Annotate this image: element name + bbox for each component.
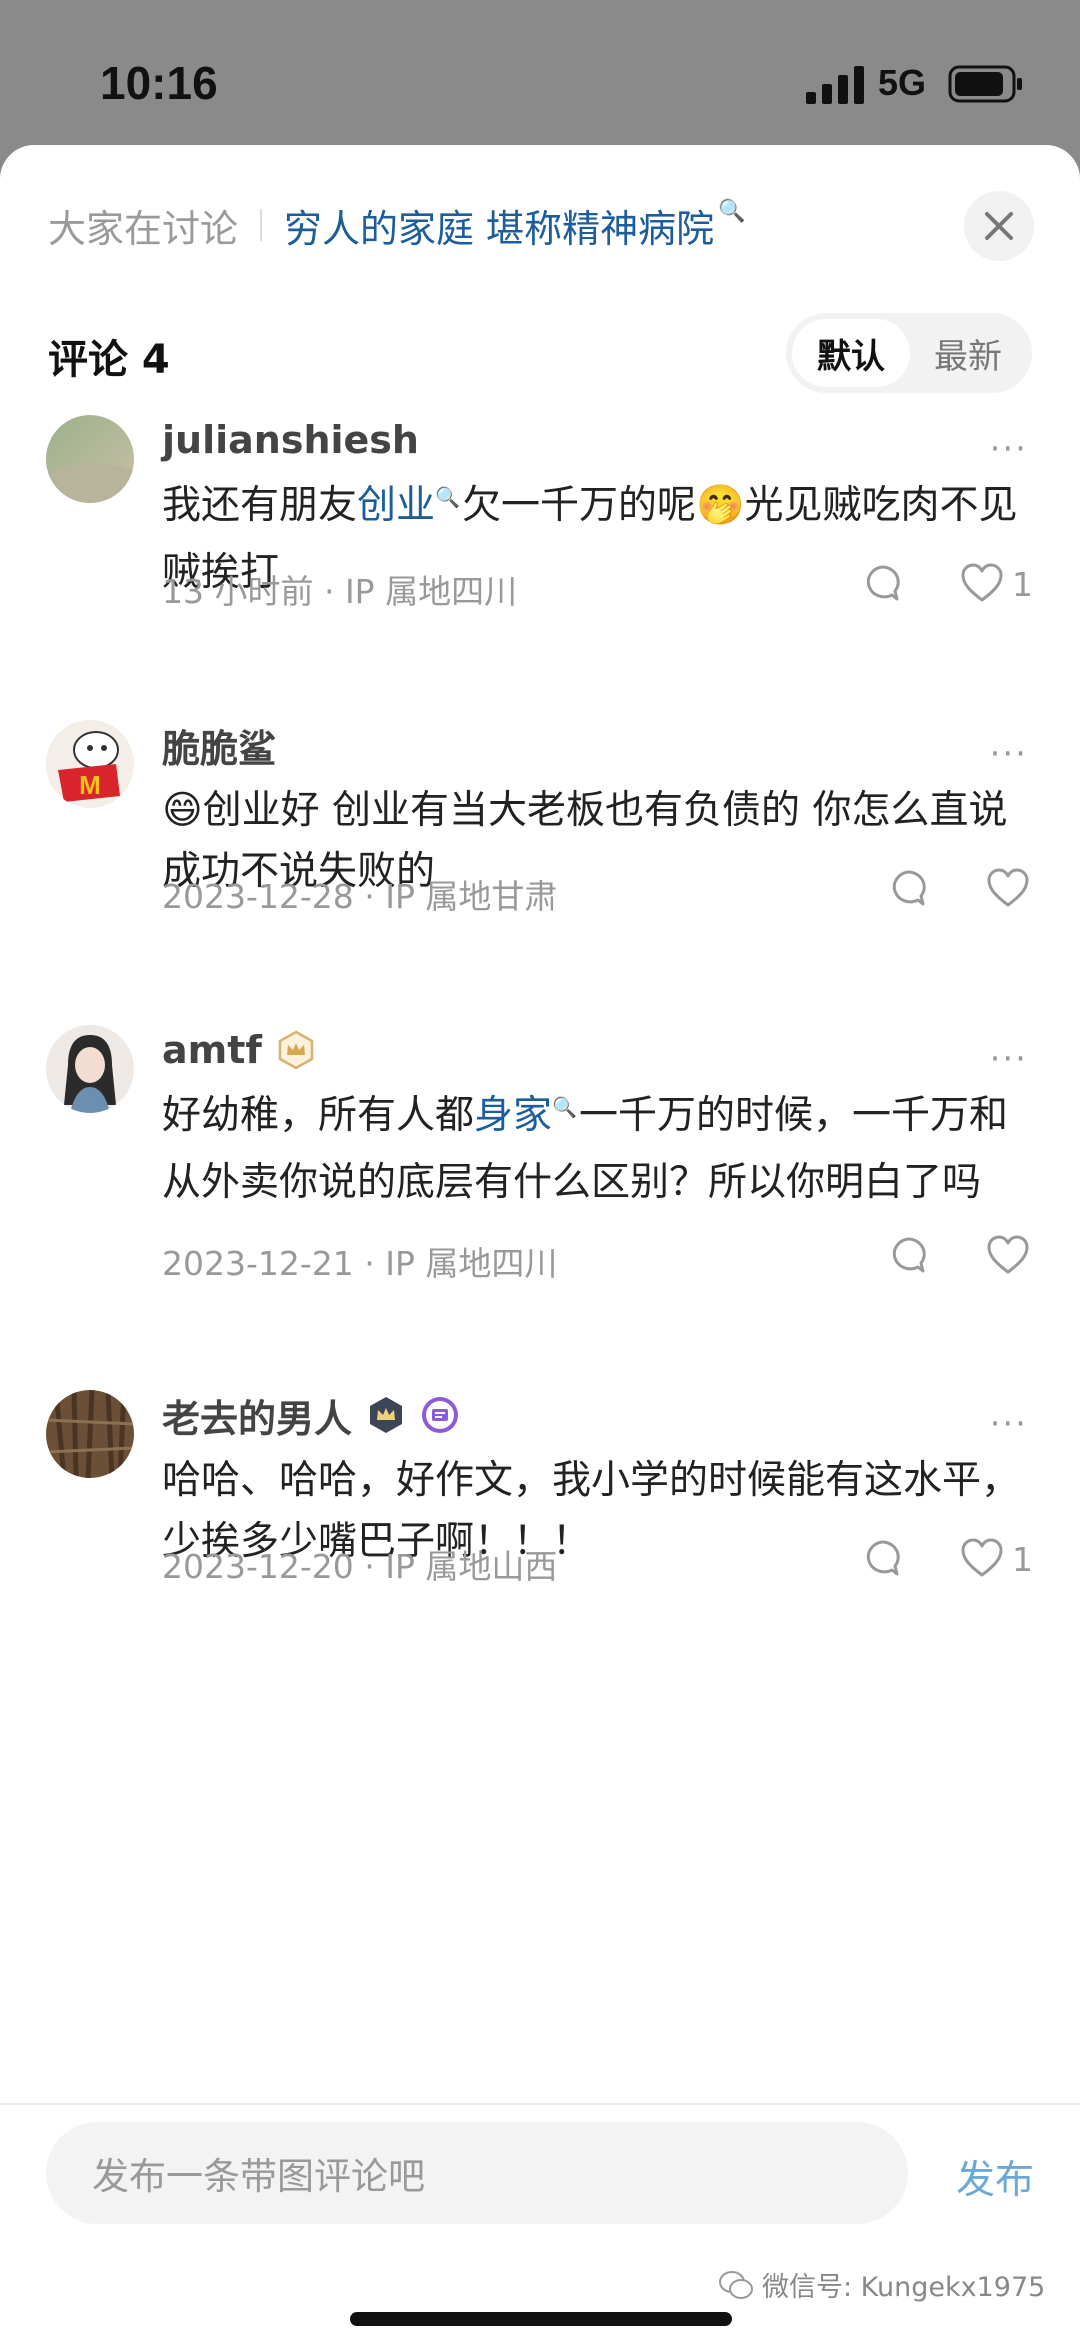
reply-icon[interactable] <box>862 563 902 603</box>
watermark: 微信号: Kungekx1975 <box>718 2265 1045 2304</box>
sort-latest-tab[interactable]: 最新 <box>918 319 1018 387</box>
comments-header: 评论 4 默认 最新 <box>48 313 1032 393</box>
like-count: 1 <box>1012 1540 1033 1579</box>
comment-meta: 2023-12-21 · IP 属地四川 <box>162 1244 558 1283</box>
sort-default-tab[interactable]: 默认 <box>792 319 910 387</box>
input-divider <box>0 2103 1080 2105</box>
comment-text: 好幼稚，所有人都身家🔍一千万的时候，一千万和从外卖你说的底层有什么区别？所以你明… <box>162 1093 1008 1205</box>
send-button[interactable]: 发布 <box>956 2149 1034 2205</box>
search-icon: 🔍 <box>718 198 746 224</box>
comment-username[interactable]: amtf <box>162 1025 316 1075</box>
more-icon[interactable]: ··· <box>990 734 1028 774</box>
status-time: 10:16 <box>100 57 218 109</box>
avatar[interactable]: M <box>46 720 134 808</box>
reply-icon[interactable] <box>888 868 928 908</box>
like-icon[interactable] <box>960 563 1004 603</box>
keyword-link[interactable]: 身家 <box>474 1093 552 1138</box>
like-count: 1 <box>1012 565 1033 604</box>
status-bar: 10:16 5G <box>0 0 1080 150</box>
sort-toggle: 默认 最新 <box>786 313 1032 393</box>
like-icon[interactable] <box>960 1538 1004 1578</box>
network-type: 5G <box>878 62 927 103</box>
crown-badge-icon <box>370 1397 403 1433</box>
more-icon[interactable]: ··· <box>990 429 1028 469</box>
comment-username[interactable]: julianshiesh <box>162 415 419 465</box>
comment-input[interactable]: 发布一条带图评论吧 <box>46 2122 908 2224</box>
topic-link[interactable]: 穷人的家庭 堪称精神病院 <box>284 198 714 253</box>
comments-sheet: 大家在讨论 穷人的家庭 堪称精神病院 🔍 评论 4 默认 最新 juliansh… <box>0 145 1080 2339</box>
comments-count-title: 评论 4 <box>48 337 170 383</box>
reply-icon[interactable] <box>862 1538 902 1578</box>
topic-label: 大家在讨论 <box>48 206 239 251</box>
emoji: 🤭 <box>695 483 745 528</box>
more-icon[interactable]: ··· <box>990 1404 1028 1444</box>
like-icon[interactable] <box>986 868 1030 908</box>
comment-meta: 13 小时前 · IP 属地四川 <box>162 572 518 611</box>
keyword-link[interactable]: 创业 <box>357 483 435 528</box>
battery-icon <box>948 65 1022 103</box>
search-icon: 🔍 <box>435 485 460 509</box>
wechat-icon <box>719 2270 753 2299</box>
comment-meta: 2023-12-20 · IP 属地山西 <box>162 1547 558 1586</box>
avatar[interactable] <box>46 1025 134 1113</box>
comment-meta: 2023-12-28 · IP 属地甘肃 <box>162 877 558 916</box>
signal-icon <box>806 66 864 104</box>
svg-text:M: M <box>79 770 101 800</box>
watermark-text: 微信号: Kungekx1975 <box>762 2272 1046 2303</box>
like-icon[interactable] <box>986 1235 1030 1275</box>
home-indicator[interactable] <box>350 2312 732 2326</box>
avatar[interactable] <box>46 415 134 503</box>
search-icon: 🔍 <box>552 1095 577 1119</box>
reply-icon[interactable] <box>888 1235 928 1275</box>
comment-username[interactable]: 老去的男人 <box>162 1390 460 1441</box>
crown-badge-icon <box>278 1030 314 1070</box>
topic-divider <box>260 209 263 241</box>
message-badge-icon <box>422 1397 459 1433</box>
close-button[interactable] <box>964 191 1034 261</box>
close-icon <box>985 212 1013 240</box>
comment-username[interactable]: 脆脆鲨 <box>162 720 276 771</box>
avatar[interactable] <box>46 1390 134 1478</box>
more-icon[interactable]: ··· <box>990 1039 1028 1079</box>
topic-bar: 大家在讨论 穷人的家庭 堪称精神病院 🔍 <box>48 197 746 253</box>
